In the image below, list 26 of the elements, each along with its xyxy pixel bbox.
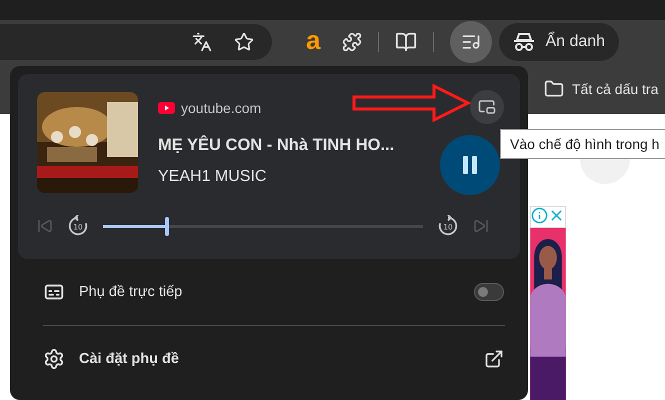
bookmark-item[interactable]: Tất cả dấu tra — [572, 81, 658, 97]
source-domain: youtube.com — [181, 100, 262, 116]
translate-icon[interactable] — [192, 32, 212, 52]
incognito-button[interactable]: Ẩn danh — [499, 23, 620, 61]
track-artist: YEAH1 MUSIC — [158, 168, 268, 186]
tooltip: Vào chế độ hình trong h — [500, 129, 665, 159]
info-icon[interactable] — [531, 207, 548, 224]
live-caption-toggle[interactable] — [474, 283, 504, 302]
puzzle-icon[interactable] — [342, 32, 362, 52]
caption-settings-link[interactable]: Cài đặt phụ đề — [79, 351, 470, 368]
picture-in-picture-button[interactable] — [470, 90, 504, 124]
external-link-icon[interactable] — [484, 349, 504, 370]
live-caption-label: Phụ đề trực tiếp — [79, 284, 184, 300]
picture-in-picture-icon — [478, 98, 496, 116]
extension-icon[interactable]: a — [306, 27, 320, 53]
track-title: MẸ YÊU CON - Nhà TINH HO... — [158, 136, 394, 155]
progress-handle[interactable] — [165, 216, 169, 236]
video-logo-icon — [158, 102, 175, 114]
previous-track-icon[interactable] — [37, 218, 53, 234]
incognito-icon — [513, 32, 536, 52]
book-icon[interactable] — [395, 31, 418, 53]
folder-icon — [544, 79, 564, 99]
settings-icon — [43, 348, 65, 370]
media-control-button[interactable] — [450, 21, 492, 63]
star-icon[interactable] — [234, 32, 254, 52]
next-track-icon[interactable] — [473, 218, 489, 234]
